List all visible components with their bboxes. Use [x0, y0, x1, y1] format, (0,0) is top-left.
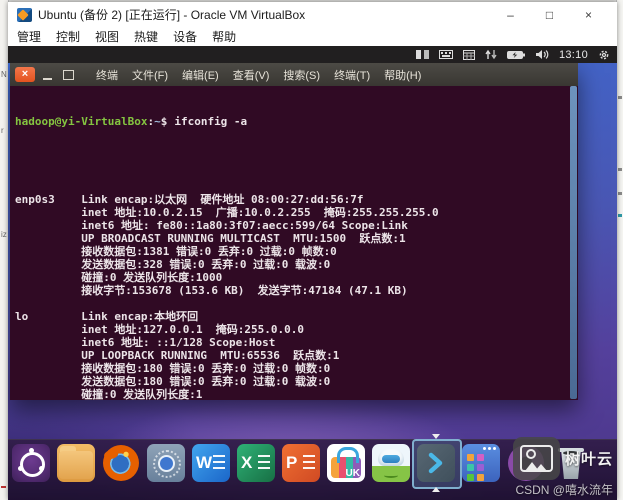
virtualbox-window: Ubuntu (备份 2) [正在运行] - Oracle VM Virtual… [8, 2, 617, 500]
keyboard-icon[interactable] [439, 49, 453, 60]
terminal-output-line: lo Link encap:本地环回 [15, 310, 578, 323]
virtualbox-logo-icon [17, 8, 32, 22]
menubar-item[interactable]: 设备 [173, 28, 197, 45]
watermark-image-logo [513, 437, 560, 480]
background-text-fragment: r [1, 126, 4, 135]
terminal-menu-item[interactable]: 编辑(E) [175, 67, 226, 83]
calendar-icon[interactable] [463, 49, 475, 60]
terminal-menu-item[interactable]: 终端 [89, 67, 125, 83]
battery-icon[interactable] [507, 50, 525, 60]
guest-desktop: 13:10 × 终端文件(F)编辑(E)查看(V)搜索(S)终端(T)帮助(H)… [8, 46, 617, 500]
terminal-output-line: 接收字节:153678 (153.6 KB) 发送字节:47184 (47.1 … [15, 284, 578, 297]
terminal-output-line [15, 297, 578, 310]
background-text-mark [618, 192, 622, 195]
background-text-mark [618, 168, 622, 171]
files-icon[interactable] [57, 444, 95, 482]
terminal-output-line: enp0s3 Link encap:以太网 硬件地址 08:00:27:dd:5… [15, 193, 578, 206]
terminal-menu-item[interactable]: 文件(F) [125, 67, 175, 83]
terminal-output-line: inet6 地址: ::1/128 Scope:Host [15, 336, 578, 349]
background-text-fragment: iz [1, 230, 7, 239]
clock[interactable]: 13:10 [559, 49, 588, 61]
terminal-window: × 终端文件(F)编辑(E)查看(V)搜索(S)终端(T)帮助(H) hadoo… [10, 63, 578, 400]
word-icon[interactable]: W [192, 444, 230, 482]
watermark-credit: CSDN @嘻水流年 [513, 481, 613, 498]
network-arrows-icon[interactable] [485, 49, 497, 60]
virtualbox-menubar: 管理控制视图热键设备帮助 [8, 27, 617, 46]
prompt-user-host: hadoop@yi-VirtualBox [15, 115, 147, 128]
firefox-icon[interactable] [102, 444, 140, 482]
menubar-item[interactable]: 控制 [56, 28, 80, 45]
terminal-output-line: inet 地址:10.0.2.15 广播:10.0.2.255 掩码:255.2… [15, 206, 578, 219]
terminal-output-area[interactable]: hadoop@yi-VirtualBox:~$ifconfig -a enp0s… [10, 86, 578, 400]
menubar-item[interactable]: 视图 [95, 28, 119, 45]
background-text-mark [618, 96, 622, 99]
watermark: 树叶云 CSDN @嘻水流年 [513, 437, 613, 498]
terminal-scrollbar[interactable] [570, 86, 577, 399]
terminal-dock-icon[interactable] [417, 444, 455, 482]
ubuntu-dash-icon[interactable] [12, 444, 50, 482]
input-method-icon[interactable] [416, 49, 429, 60]
close-button[interactable]: × [569, 8, 608, 22]
menubar-item[interactable]: 管理 [17, 28, 41, 45]
terminal-output-line: UP LOOPBACK RUNNING MTU:65536 跃点数:1 [15, 349, 578, 362]
terminal-output-line: UP BROADCAST RUNNING MULTICAST MTU:1500 … [15, 232, 578, 245]
terminal-output-line: 接收数据包:180 错误:0 丢弃:0 过载:0 帧数:0 [15, 362, 578, 375]
workspaces-icon[interactable] [462, 444, 500, 482]
dotted-circle-app-icon[interactable] [147, 444, 185, 482]
terminal-output-line: 发送数据包:328 错误:0 丢弃:0 过载:0 载波:0 [15, 258, 578, 271]
terminal-output-line: 发送数据包:180 错误:0 丢弃:0 过载:0 载波:0 [15, 375, 578, 388]
excel-icon[interactable]: X [237, 444, 275, 482]
unity-top-panel: 13:10 [8, 46, 617, 63]
session-gear-icon[interactable] [598, 49, 610, 61]
software-center-icon[interactable]: UK [327, 444, 365, 482]
volume-icon[interactable] [535, 49, 549, 60]
terminal-menubar: 终端文件(F)编辑(E)查看(V)搜索(S)终端(T)帮助(H) [89, 67, 428, 83]
background-window-right [616, 0, 623, 500]
terminal-maximize-button[interactable] [59, 68, 77, 82]
typed-command: ifconfig -a [174, 115, 247, 128]
terminal-menu-item[interactable]: 搜索(S) [276, 67, 327, 83]
watermark-logo-text: 树叶云 [565, 448, 613, 469]
background-text-fragment: N [1, 70, 7, 79]
background-color-mark [1, 486, 6, 488]
window-title: Ubuntu (备份 2) [正在运行] - Oracle VM Virtual… [38, 6, 305, 23]
terminal-prompt-line: hadoop@yi-VirtualBox:~$ifconfig -a [15, 115, 578, 128]
terminal-output-line: 碰撞:0 发送队列长度:1000 [15, 271, 578, 284]
terminal-output-line: 接收数据包:1381 错误:0 丢弃:0 过载:0 帧数:0 [15, 245, 578, 258]
kylin-assistant-icon[interactable] [372, 444, 410, 482]
terminal-minimize-button[interactable] [38, 68, 56, 82]
terminal-output-line: inet 地址:127.0.0.1 掩码:255.0.0.0 [15, 323, 578, 336]
terminal-close-button[interactable]: × [15, 67, 35, 82]
menubar-item[interactable]: 热键 [134, 28, 158, 45]
menubar-item[interactable]: 帮助 [212, 28, 236, 45]
terminal-output-line: 碰撞:0 发送队列长度:1 [15, 388, 578, 400]
maximize-button[interactable]: □ [530, 8, 569, 22]
terminal-output-lines: enp0s3 Link encap:以太网 硬件地址 08:00:27:dd:5… [15, 154, 578, 400]
terminal-menu-item[interactable]: 帮助(H) [377, 67, 428, 83]
background-text-mark [618, 214, 622, 217]
terminal-menu-item[interactable]: 终端(T) [327, 67, 377, 83]
virtualbox-titlebar[interactable]: Ubuntu (备份 2) [正在运行] - Oracle VM Virtual… [8, 2, 617, 27]
terminal-menu-item[interactable]: 查看(V) [226, 67, 277, 83]
terminal-output-line: inet6 地址: fe80::1a80:3f07:aecc:599/64 Sc… [15, 219, 578, 232]
minimize-button[interactable]: – [491, 8, 530, 22]
powerpoint-icon[interactable]: P [282, 444, 320, 482]
terminal-titlebar[interactable]: × 终端文件(F)编辑(E)查看(V)搜索(S)终端(T)帮助(H) [10, 63, 578, 87]
